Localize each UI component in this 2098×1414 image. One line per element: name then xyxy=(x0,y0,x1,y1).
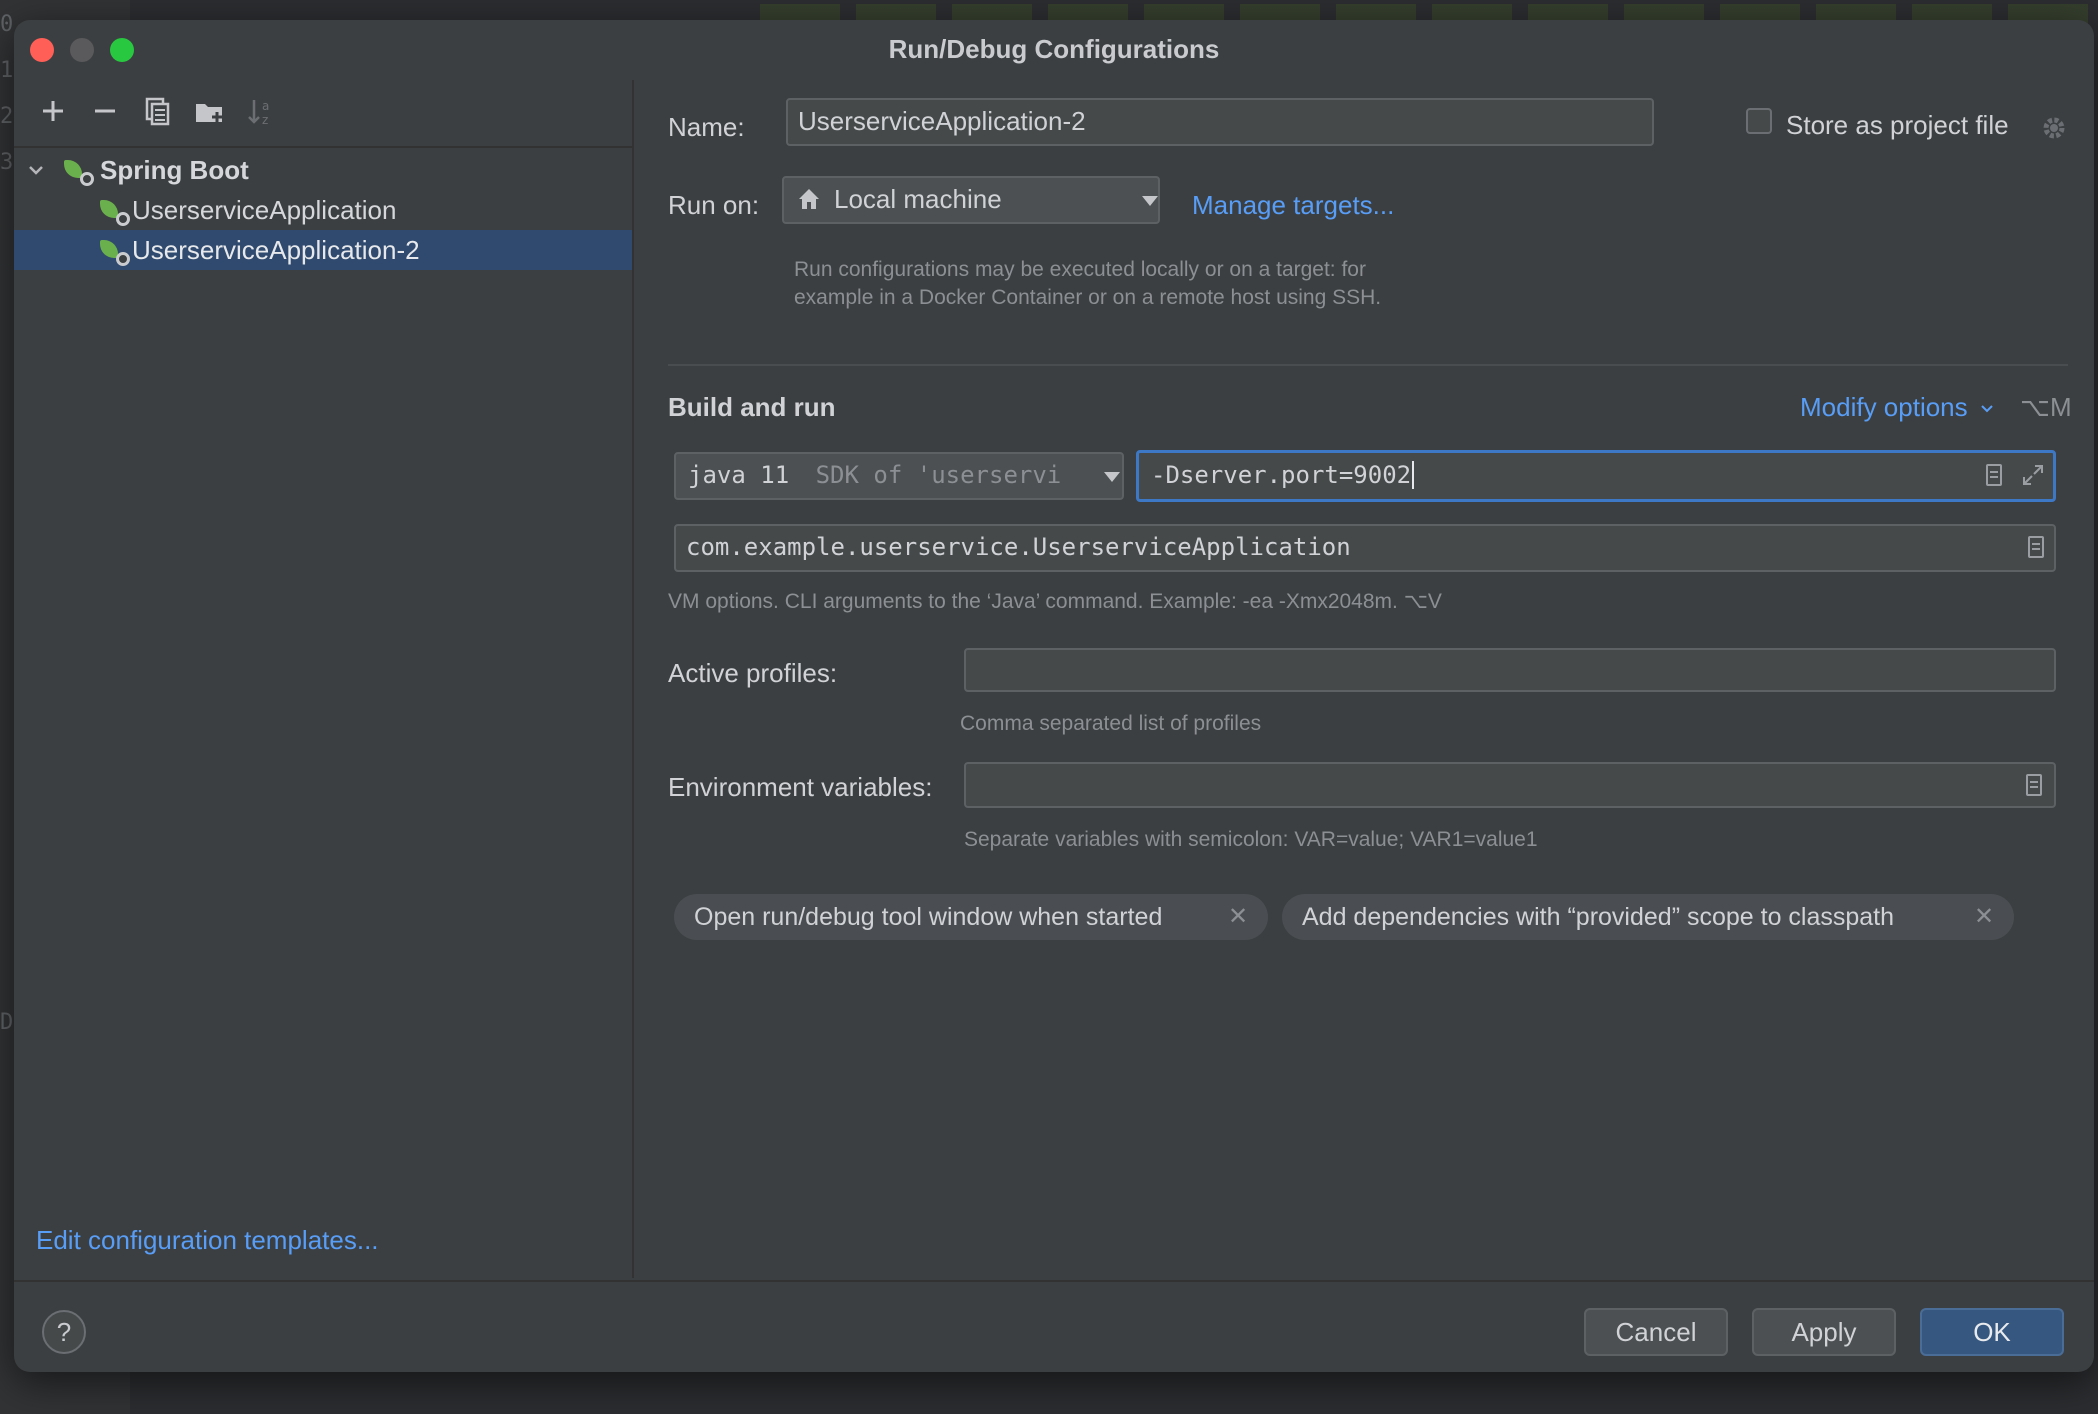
browse-class-icon[interactable] xyxy=(2028,536,2044,558)
run-debug-configurations-dialog: Run/Debug Configurations az Spring Boot … xyxy=(14,20,2094,1372)
chevron-down-icon xyxy=(1104,472,1120,482)
run-on-hint-line1: Run configurations may be executed local… xyxy=(794,258,1366,281)
line-number: 3 xyxy=(0,150,14,175)
manage-targets-link[interactable]: Manage targets... xyxy=(1192,190,1394,221)
chevron-down-icon[interactable] xyxy=(26,160,46,180)
sdk-version: java 11 xyxy=(688,461,790,489)
option-chip-open-tool-window[interactable]: Open run/debug tool window when started … xyxy=(674,894,1268,940)
modify-options-label: Modify options xyxy=(1800,392,1968,422)
remove-icon[interactable] xyxy=(88,94,122,128)
active-profiles-hint: Comma separated list of profiles xyxy=(960,712,1262,735)
tree-item-label: UserserviceApplication xyxy=(132,195,397,225)
sdk-dropdown[interactable]: java 11 SDK of 'userservi xyxy=(674,452,1124,500)
environment-variables-field[interactable] xyxy=(964,762,2056,808)
edit-configuration-templates-link[interactable]: Edit configuration templates... xyxy=(36,1225,379,1256)
dialog-title: Run/Debug Configurations xyxy=(888,34,1220,64)
configuration-editor: Name: UserserviceApplication-2 Store as … xyxy=(634,80,2094,1278)
tree-item-userserviceapplication[interactable]: UserserviceApplication xyxy=(14,190,632,230)
svg-text:a: a xyxy=(262,99,269,113)
tree-group-spring-boot[interactable]: Spring Boot xyxy=(14,150,632,190)
name-field[interactable]: UserserviceApplication-2 xyxy=(786,98,1654,146)
line-number: 2 xyxy=(0,104,14,129)
vm-options-value: -Dserver.port=9002 xyxy=(1151,461,1412,489)
chip-label: Add dependencies with “provided” scope t… xyxy=(1302,903,1895,931)
option-chip-provided-scope[interactable]: Add dependencies with “provided” scope t… xyxy=(1282,894,2014,940)
copy-icon[interactable] xyxy=(140,94,174,128)
vm-options-hint: VM options. CLI arguments to the ‘Java’ … xyxy=(668,590,1442,613)
main-class-field[interactable]: com.example.userservice.UserserviceAppli… xyxy=(674,524,2056,572)
run-on-dropdown[interactable]: Local machine xyxy=(782,176,1160,224)
sdk-detail: SDK of 'userservi xyxy=(815,461,1062,489)
edit-env-vars-icon[interactable] xyxy=(2026,774,2042,796)
gear-icon[interactable] xyxy=(2040,114,2068,142)
name-label: Name: xyxy=(668,112,745,142)
close-icon[interactable]: ✕ xyxy=(1974,894,1994,940)
main-class-value: com.example.userservice.UserserviceAppli… xyxy=(686,533,1351,561)
modify-options-shortcut: ⌥M xyxy=(2020,392,2072,422)
spring-boot-icon xyxy=(64,158,94,186)
title-bar: Run/Debug Configurations xyxy=(14,20,2094,76)
text-cursor xyxy=(1412,461,1415,489)
environment-variables-hint: Separate variables with semicolon: VAR=v… xyxy=(964,828,1538,851)
expand-icon[interactable] xyxy=(2020,462,2046,488)
help-button[interactable]: ? xyxy=(42,1310,86,1354)
active-profiles-field[interactable] xyxy=(964,648,2056,692)
dialog-footer: ? Cancel Apply OK xyxy=(14,1280,2094,1372)
add-icon[interactable] xyxy=(36,94,70,128)
apply-button[interactable]: Apply xyxy=(1752,1308,1896,1356)
section-divider xyxy=(668,364,2068,366)
run-on-hint-line2: example in a Docker Container or on a re… xyxy=(794,286,1382,309)
spring-boot-icon xyxy=(100,198,130,226)
expand-list-icon[interactable] xyxy=(1986,464,2002,486)
sort-icon[interactable]: az xyxy=(244,94,278,128)
line-number: 0 xyxy=(0,12,14,37)
chip-label: Open run/debug tool window when started xyxy=(694,903,1163,931)
active-profiles-label: Active profiles: xyxy=(668,658,838,688)
spring-boot-icon xyxy=(100,238,130,266)
svg-text:z: z xyxy=(262,113,268,127)
store-as-project-file-label: Store as project file xyxy=(1786,110,2009,140)
close-icon[interactable]: ✕ xyxy=(1228,894,1248,940)
store-as-project-file-checkbox[interactable] xyxy=(1746,108,1772,134)
chevron-down-icon xyxy=(1142,196,1158,206)
cancel-button[interactable]: Cancel xyxy=(1584,1308,1728,1356)
home-icon xyxy=(799,189,819,209)
sidebar-toolbar: az xyxy=(14,80,632,148)
modify-options-link[interactable]: Modify options xyxy=(1800,392,1995,423)
line-number: D xyxy=(0,1010,14,1035)
chevron-down-icon xyxy=(1981,405,1993,413)
configurations-sidebar: az Spring Boot UserserviceApplication Us… xyxy=(14,80,634,1278)
tree-item-userserviceapplication-2[interactable]: UserserviceApplication-2 xyxy=(14,230,632,270)
build-and-run-heading: Build and run xyxy=(668,392,836,422)
run-on-value: Local machine xyxy=(834,184,1002,214)
ok-button[interactable]: OK xyxy=(1920,1308,2064,1356)
folder-add-icon[interactable] xyxy=(192,94,226,128)
line-number: 1 xyxy=(0,58,14,83)
tree-item-label: UserserviceApplication-2 xyxy=(132,235,420,265)
run-on-label: Run on: xyxy=(668,190,760,220)
tree-group-label: Spring Boot xyxy=(100,155,249,185)
vm-options-field[interactable]: -Dserver.port=9002 xyxy=(1136,450,2056,502)
environment-variables-label: Environment variables: xyxy=(668,772,933,802)
